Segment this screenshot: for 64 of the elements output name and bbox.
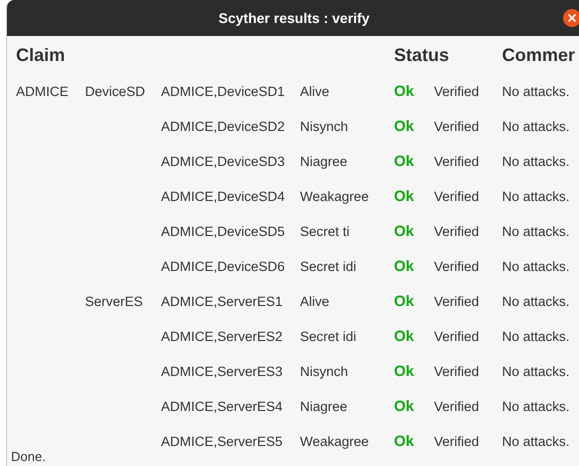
table-cell: No attacks. (502, 154, 570, 169)
table-cell: No attacks. (502, 434, 570, 449)
table-cell: ADMICE,ServerES1 (161, 294, 283, 309)
table-cell: ADMICE,ServerES3 (161, 364, 283, 379)
table-cell: Alive (300, 294, 330, 309)
status-text: Ok (394, 363, 414, 380)
status-text: Ok (394, 293, 414, 310)
table-cell: ADMICE,ServerES4 (161, 399, 283, 414)
table-cell: DeviceSD (85, 84, 146, 99)
table-cell: Weakagree (300, 434, 369, 449)
table-cell: Verified (434, 329, 480, 344)
table-cell: Verified (434, 364, 480, 379)
table-cell: Verified (434, 294, 480, 309)
table-cell: No attacks. (502, 399, 570, 414)
table-cell: ADMICE,DeviceSD1 (161, 84, 285, 99)
table-cell: No attacks. (502, 189, 570, 204)
table-cell: Verified (434, 154, 480, 169)
table-cell: ADMICE,DeviceSD3 (161, 154, 285, 169)
column-header: Status (394, 44, 450, 66)
status-text: Ok (394, 398, 414, 415)
status-text: Ok (394, 223, 414, 240)
table-cell: No attacks. (502, 329, 570, 344)
table-cell: Alive (300, 84, 330, 99)
column-header: Commer (502, 44, 576, 66)
status-text: Ok (394, 258, 414, 275)
table-cell: Verified (434, 189, 480, 204)
table-cell: ADMICE,DeviceSD2 (161, 119, 285, 134)
table-cell: Secret idi (300, 329, 356, 344)
table-cell: Verified (434, 259, 480, 274)
table-cell: ADMICE,ServerES2 (161, 329, 283, 344)
table-cell: Secret idi (300, 259, 356, 274)
table-cell: Niagree (300, 399, 348, 414)
close-icon[interactable] (563, 9, 579, 27)
status-text: Ok (394, 188, 414, 205)
table-cell: ADMICE,DeviceSD4 (161, 189, 285, 204)
table-cell: Verified (434, 399, 480, 414)
status-text: Ok (394, 83, 414, 100)
table-cell: ADMICE,DeviceSD5 (161, 224, 285, 239)
table-cell: Nisynch (300, 119, 348, 134)
status-text: Ok (394, 433, 414, 450)
status-text: Ok (394, 118, 414, 135)
table-cell: Secret ti (300, 224, 350, 239)
table-cell: Verified (434, 434, 480, 449)
table-cell: No attacks. (502, 224, 570, 239)
table-cell: ADMICE,DeviceSD6 (161, 259, 285, 274)
status-text: Done. (11, 449, 46, 464)
table-cell: Verified (434, 119, 480, 134)
table-cell: Verified (434, 224, 480, 239)
status-text: Ok (394, 328, 414, 345)
table-cell: No attacks. (502, 294, 570, 309)
column-header: Claim (16, 44, 66, 66)
table-cell: ServerES (85, 294, 143, 309)
table-cell: ADMICE (16, 84, 69, 99)
window-title: Scyther results : verify (218, 10, 370, 26)
table-cell: No attacks. (502, 84, 570, 99)
table-cell: No attacks. (502, 119, 570, 134)
table-cell: Nisynch (300, 364, 348, 379)
status-text: Ok (394, 153, 414, 170)
table-cell: ADMICE,ServerES5 (161, 434, 283, 449)
table-cell: No attacks. (502, 364, 570, 379)
table-cell: Verified (434, 84, 480, 99)
table-cell: Weakagree (300, 189, 369, 204)
table-cell: Niagree (300, 154, 348, 169)
table-cell: No attacks. (502, 259, 570, 274)
